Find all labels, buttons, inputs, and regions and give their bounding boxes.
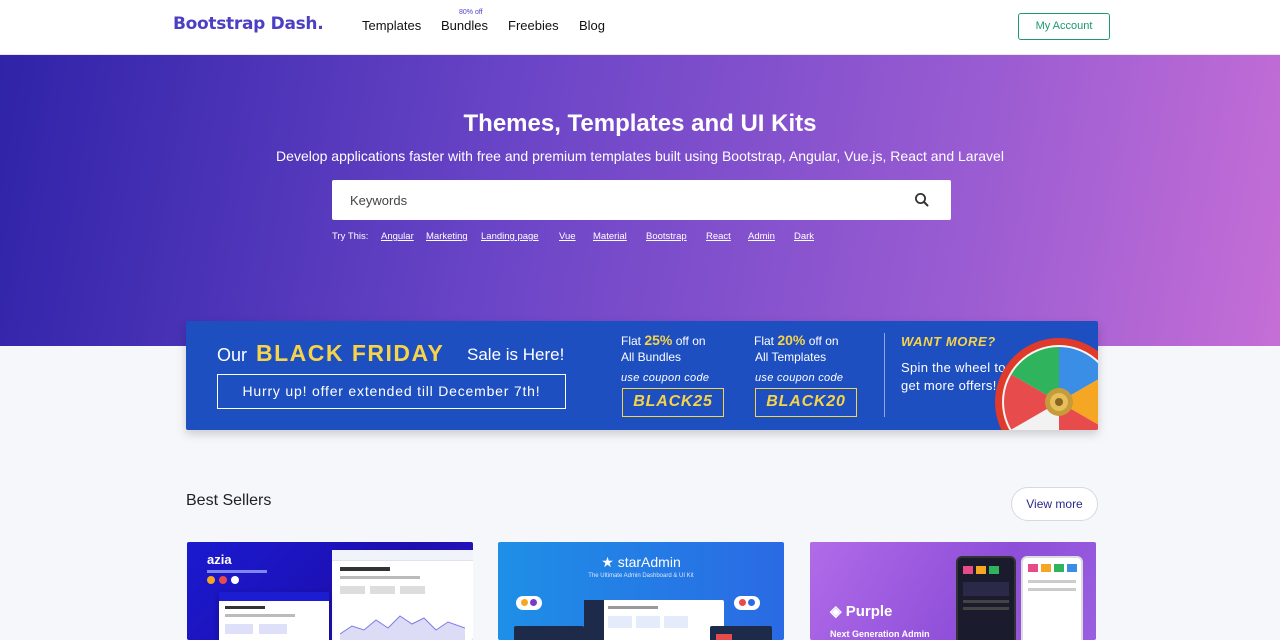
coupon-code-black25: BLACK25 (622, 388, 724, 417)
try-link-bootstrap[interactable]: Bootstrap (646, 231, 687, 242)
my-account-button[interactable]: My Account (1018, 13, 1110, 40)
product-card-purple[interactable]: ◈ Purple Next Generation Admin (810, 542, 1096, 640)
view-more-button[interactable]: View more (1011, 487, 1098, 521)
promo-offer-extended: Hurry up! offer extended till December 7… (217, 374, 566, 409)
try-this-label: Try This: (332, 231, 369, 242)
dashboard-preview (332, 550, 473, 640)
dashboard-preview-dark (710, 626, 772, 640)
dashboard-preview-dark (514, 626, 584, 640)
card-title: azia (207, 552, 232, 567)
offer1-headline: Flat 25% off on (621, 332, 706, 348)
tech-icon (207, 576, 215, 584)
hero-subtitle: Develop applications faster with free an… (276, 148, 1004, 164)
bundles-discount-badge: 80% off (459, 9, 483, 16)
tablet-preview-light (1021, 556, 1083, 640)
search-bar (332, 180, 951, 220)
try-link-dark[interactable]: Dark (794, 231, 814, 242)
tablet-preview (956, 556, 1016, 640)
nav-bundles[interactable]: Bundles (441, 18, 488, 33)
site-logo[interactable]: Bootstrap Dash. (173, 14, 324, 34)
promo-want-more: WANT MORE? (901, 334, 996, 349)
hero-title: Themes, Templates and UI Kits (463, 110, 817, 137)
card-title: ★ starAdmin (601, 554, 681, 570)
try-link-angular[interactable]: Angular (381, 231, 414, 242)
coupon-code-black20: BLACK20 (755, 388, 857, 417)
nav-templates[interactable]: Templates (362, 18, 421, 33)
promo-sale-text: Sale is Here! (467, 345, 565, 364)
top-navbar: Bootstrap Dash. Templates 80% off Bundle… (0, 0, 1280, 55)
promo-our-text: Our (217, 345, 248, 365)
try-link-landing-page[interactable]: Landing page (481, 231, 539, 242)
prize-wheel-icon[interactable] (994, 337, 1098, 430)
search-input[interactable] (332, 180, 892, 220)
try-link-react[interactable]: React (706, 231, 731, 242)
try-link-vue[interactable]: Vue (559, 231, 576, 242)
promo-black-friday: BLACK FRIDAY (256, 340, 445, 366)
search-icon[interactable] (912, 190, 932, 210)
card-title: ◈ Purple (830, 603, 893, 620)
layers-icon: ◈ (830, 603, 842, 620)
tech-icon (231, 576, 239, 584)
dashboard-preview-small (219, 592, 329, 640)
black-friday-banner[interactable]: Our BLACK FRIDAY Sale is Here! Hurry up!… (186, 321, 1098, 430)
try-link-marketing[interactable]: Marketing (426, 231, 468, 242)
offer2-coupon-label: use coupon code (755, 372, 844, 384)
tech-badge (734, 596, 760, 610)
product-card-azia[interactable]: azia (187, 542, 473, 640)
product-card-staradmin[interactable]: ★ starAdmin The Ultimate Admin Dashboard… (498, 542, 784, 640)
promo-divider (884, 333, 885, 417)
offer1-target: All Bundles (621, 350, 682, 364)
card-tagline: Next Generation Admin (830, 629, 930, 639)
card-tagline-placeholder (207, 570, 267, 573)
offer1-coupon-label: use coupon code (621, 372, 710, 384)
star-icon: ★ (601, 554, 614, 570)
best-sellers-heading: Best Sellers (186, 492, 272, 509)
try-link-material[interactable]: Material (593, 231, 627, 242)
tech-icon (219, 576, 227, 584)
try-link-admin[interactable]: Admin (748, 231, 775, 242)
offer2-headline: Flat 20% off on (754, 332, 839, 348)
nav-blog[interactable]: Blog (579, 18, 605, 33)
tech-badge (516, 596, 542, 610)
offer2-target: All Templates (755, 350, 827, 364)
card-tagline: The Ultimate Admin Dashboard & UI Kit (588, 573, 694, 579)
dashboard-preview (584, 600, 724, 640)
nav-freebies[interactable]: Freebies (508, 18, 559, 33)
